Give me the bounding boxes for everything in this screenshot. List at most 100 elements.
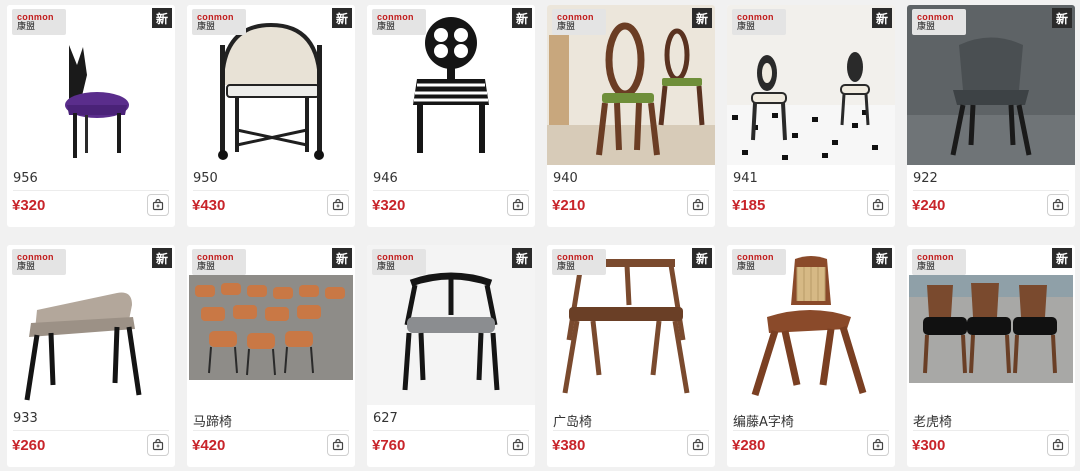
product-name[interactable]: 946: [373, 171, 398, 186]
add-to-cart-button[interactable]: [507, 434, 529, 456]
add-to-cart-icon: [872, 439, 884, 451]
product-name[interactable]: 956: [13, 171, 38, 186]
brand-logo-cn: 康盟: [557, 22, 576, 32]
add-to-cart-button[interactable]: [867, 194, 889, 216]
product-price: ¥185: [732, 197, 766, 214]
product-price: ¥380: [552, 437, 586, 454]
product-price: ¥420: [192, 437, 226, 454]
product-price: ¥320: [12, 197, 46, 214]
new-badge: 新: [512, 248, 532, 268]
add-to-cart-button[interactable]: [147, 194, 169, 216]
product-card[interactable]: conmon 康盟 新 941 ¥185: [727, 5, 895, 227]
product-name[interactable]: 广岛椅: [553, 411, 592, 430]
product-name[interactable]: 编藤A字椅: [733, 411, 794, 430]
divider: [373, 190, 529, 191]
brand-logo: conmon 康盟: [192, 9, 246, 35]
brand-logo: conmon 康盟: [732, 249, 786, 275]
brand-logo-en: conmon: [737, 12, 774, 22]
brand-logo-cn: 康盟: [377, 262, 396, 272]
new-badge: 新: [332, 8, 352, 28]
add-to-cart-icon: [332, 439, 344, 451]
product-name[interactable]: 老虎椅: [913, 411, 952, 430]
brand-logo: conmon 康盟: [192, 249, 246, 275]
brand-logo-cn: 康盟: [377, 22, 396, 32]
add-to-cart-button[interactable]: [867, 434, 889, 456]
brand-logo: conmon 康盟: [372, 9, 426, 35]
product-card[interactable]: conmon 康盟 新 940 ¥210: [547, 5, 715, 227]
new-badge: 新: [692, 248, 712, 268]
product-card[interactable]: conmon 康盟 新 广岛椅 ¥380: [547, 245, 715, 467]
divider: [913, 430, 1069, 431]
brand-logo-cn: 康盟: [197, 22, 216, 32]
product-card[interactable]: conmon 康盟 新 922 ¥240: [907, 5, 1075, 227]
brand-logo-en: conmon: [917, 252, 954, 262]
brand-logo: conmon 康盟: [912, 249, 966, 275]
divider: [373, 430, 529, 431]
add-to-cart-button[interactable]: [327, 194, 349, 216]
product-price: ¥240: [912, 197, 946, 214]
product-card[interactable]: conmon 康盟 新 950 ¥430: [187, 5, 355, 227]
product-card[interactable]: conmon 康盟 新 946 ¥320: [367, 5, 535, 227]
product-card[interactable]: conmon 康盟 新 编藤A字椅 ¥280: [727, 245, 895, 467]
add-to-cart-icon: [152, 199, 164, 211]
add-to-cart-button[interactable]: [687, 434, 709, 456]
brand-logo-cn: 康盟: [17, 262, 36, 272]
add-to-cart-button[interactable]: [1047, 434, 1069, 456]
add-to-cart-button[interactable]: [147, 434, 169, 456]
add-to-cart-button[interactable]: [1047, 194, 1069, 216]
divider: [193, 190, 349, 191]
add-to-cart-icon: [872, 199, 884, 211]
brand-logo-en: conmon: [17, 252, 54, 262]
divider: [13, 430, 169, 431]
add-to-cart-button[interactable]: [687, 194, 709, 216]
product-card[interactable]: conmon 康盟 新 老虎椅 ¥300: [907, 245, 1075, 467]
product-price: ¥300: [912, 437, 946, 454]
product-price: ¥430: [192, 197, 226, 214]
product-card[interactable]: conmon 康盟 新 627 ¥760: [367, 245, 535, 467]
brand-logo: conmon 康盟: [372, 249, 426, 275]
add-to-cart-icon: [512, 199, 524, 211]
divider: [193, 430, 349, 431]
product-name[interactable]: 马蹄椅: [193, 411, 232, 430]
product-name[interactable]: 941: [733, 171, 758, 186]
product-name[interactable]: 627: [373, 411, 398, 426]
new-badge: 新: [512, 8, 532, 28]
product-grid: conmon 康盟 新 956 ¥320 conmon 康盟 新 950 ¥43…: [0, 0, 1080, 471]
brand-logo-en: conmon: [377, 252, 414, 262]
brand-logo-cn: 康盟: [17, 22, 36, 32]
new-badge: 新: [872, 8, 892, 28]
product-card[interactable]: conmon 康盟 新 956 ¥320: [7, 5, 175, 227]
brand-logo: conmon 康盟: [912, 9, 966, 35]
divider: [733, 190, 889, 191]
brand-logo: conmon 康盟: [12, 9, 66, 35]
divider: [13, 190, 169, 191]
brand-logo-cn: 康盟: [917, 262, 936, 272]
brand-logo-cn: 康盟: [737, 262, 756, 272]
divider: [913, 190, 1069, 191]
new-badge: 新: [332, 248, 352, 268]
product-name[interactable]: 922: [913, 171, 938, 186]
divider: [553, 430, 709, 431]
brand-logo-en: conmon: [17, 12, 54, 22]
brand-logo-en: conmon: [197, 252, 234, 262]
new-badge: 新: [872, 248, 892, 268]
brand-logo-en: conmon: [557, 12, 594, 22]
brand-logo-en: conmon: [737, 252, 774, 262]
product-price: ¥760: [372, 437, 406, 454]
add-to-cart-icon: [692, 439, 704, 451]
add-to-cart-button[interactable]: [327, 434, 349, 456]
product-name[interactable]: 940: [553, 171, 578, 186]
product-name[interactable]: 950: [193, 171, 218, 186]
add-to-cart-icon: [332, 199, 344, 211]
brand-logo-cn: 康盟: [197, 262, 216, 272]
product-card[interactable]: conmon 康盟 新 933 ¥260: [7, 245, 175, 467]
add-to-cart-button[interactable]: [507, 194, 529, 216]
new-badge: 新: [1052, 8, 1072, 28]
add-to-cart-icon: [1052, 199, 1064, 211]
new-badge: 新: [692, 8, 712, 28]
brand-logo-cn: 康盟: [737, 22, 756, 32]
product-card[interactable]: conmon 康盟 新 马蹄椅 ¥420: [187, 245, 355, 467]
brand-logo-cn: 康盟: [557, 262, 576, 272]
brand-logo-en: conmon: [917, 12, 954, 22]
product-name[interactable]: 933: [13, 411, 38, 426]
